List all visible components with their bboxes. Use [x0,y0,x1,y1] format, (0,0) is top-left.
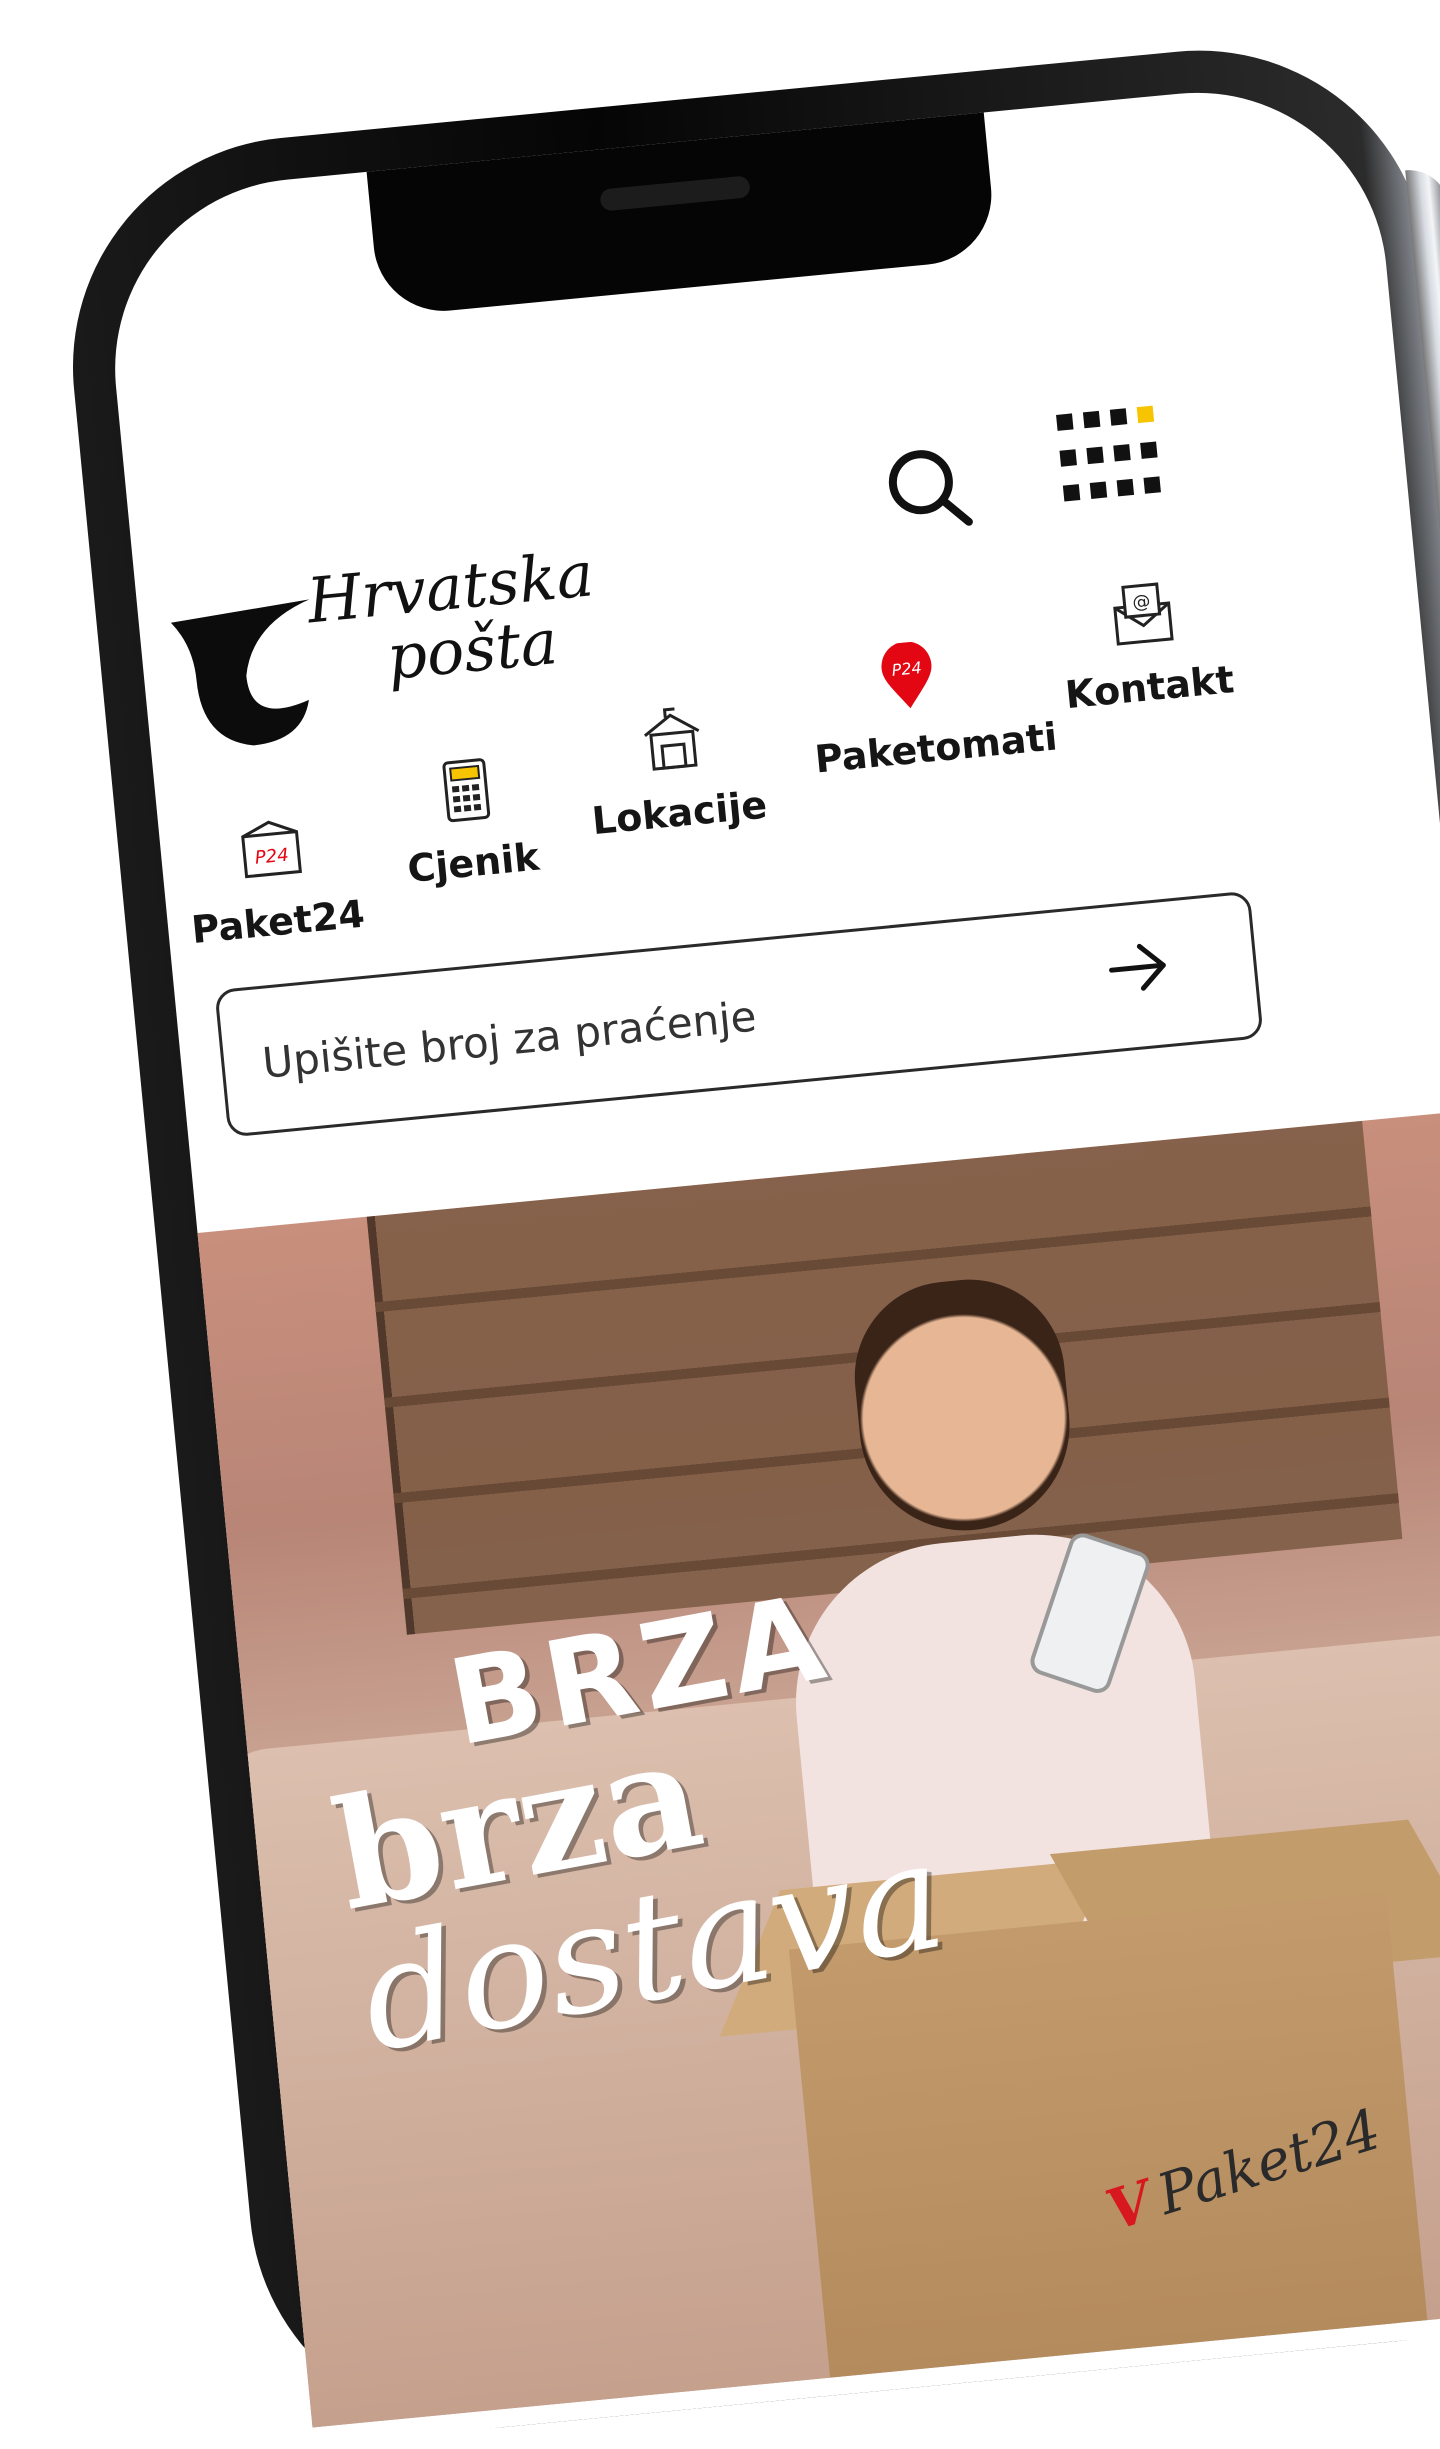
pin-badge: P24 [891,658,923,680]
quick-link-label: Kontakt [1063,657,1236,718]
apps-dot [1062,484,1081,502]
apps-dot [1143,476,1161,495]
quick-link-label: Cjenik [405,834,542,892]
phone-screen: Hrvatska pošta P24 Paket24 Cjenik Lokaci… [97,75,1440,2446]
quick-link-label: Lokacije [589,782,769,844]
apps-dot [1109,408,1128,426]
apps-dot [1140,441,1158,459]
quick-link-lokacije[interactable]: Lokacije [570,696,782,845]
apps-dot [1089,481,1108,500]
apps-dot [1116,479,1135,497]
apps-dot [1113,443,1131,462]
hero-banner[interactable]: VPaket24 BRZA brza dostava [157,1112,1440,2432]
package-icon: P24 [241,820,302,879]
phone-frame: Hrvatska pošta P24 Paket24 Cjenik Lokaci… [52,29,1440,2449]
quick-link-label: Paket24 [189,891,367,953]
apps-dot [1086,446,1104,464]
apps-menu-button[interactable] [1047,397,1169,519]
search-icon [888,450,973,526]
apps-dot [1082,410,1101,429]
quick-link-label: Paketomati [812,714,1060,782]
tracking-placeholder: Upišite broj za praćenje [260,991,759,1088]
mail-icon: @ [1113,582,1174,646]
quick-link-paketomati[interactable]: P24 Paketomati [805,633,1060,782]
map-pin-icon: P24 [881,641,932,709]
quick-link-paket24[interactable]: P24 Paket24 [168,805,380,954]
apps-dot [1056,413,1074,431]
post-office-icon [643,707,700,771]
apps-dot [1059,448,1077,467]
svg-text:@: @ [1131,591,1151,614]
search-button[interactable] [875,435,984,544]
quick-link-cjenik[interactable]: Cjenik [363,746,575,895]
apps-dot-accent [1136,405,1155,424]
calculator-icon [442,758,491,823]
quick-link-kontakt[interactable]: @ Kontakt [1040,570,1252,719]
svg-text:P24: P24 [254,845,290,869]
arrow-right-icon[interactable] [1100,929,1176,1005]
phone-notch [366,108,998,318]
